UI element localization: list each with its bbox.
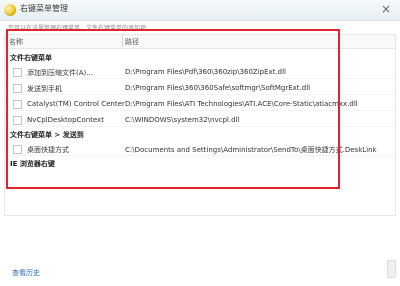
menu-list-panel: 名称 路径 文件右键菜单 添加到压缩文件(A)... D:\Program Fi… (4, 34, 396, 216)
window-title: 右键菜单管理 (20, 4, 68, 13)
app-icon (4, 4, 16, 16)
group-send-to: 文件右键菜单 > 发送到 (10, 131, 84, 139)
close-button[interactable]: × (378, 1, 394, 17)
header-separator (122, 36, 123, 47)
group-file-context-menu: 文件右键菜单 (10, 54, 52, 62)
row-name: 桌面快捷方式 (27, 146, 69, 154)
table-row[interactable]: Catalyst(TM) Control Center D:\Program F… (5, 98, 395, 111)
table-row[interactable]: NvCplDesktopContext C:\WINDOWS\system32\… (5, 114, 395, 127)
row-checkbox[interactable] (13, 116, 22, 125)
hint-text: 您可以在这里管理右键菜单，文件右键菜单的添加项 (8, 25, 147, 32)
title-bar: 右键菜单管理 × (0, 0, 400, 21)
table-row[interactable]: 桌面快捷方式 C:\Documents and Settings\Adminis… (5, 143, 395, 156)
row-path: C:\WINDOWS\system32\nvcpl.dll (125, 116, 240, 124)
row-path: D:\Program Files\Pdf\360\360zip\360ZipEx… (125, 68, 286, 76)
row-name: Catalyst(TM) Control Center (27, 100, 125, 108)
row-path: D:\Program Files\ATI Technologies\ATI.AC… (125, 100, 358, 108)
header-path[interactable]: 路径 (125, 37, 139, 47)
row-checkbox[interactable] (13, 68, 22, 77)
group-ie-context-menu: IE 浏览器右键 (10, 160, 55, 168)
row-path: C:\Documents and Settings\Administrator\… (125, 146, 377, 154)
row-name: 发送到手机 (27, 85, 62, 93)
row-path: D:\Program Files\360\360Safe\softmgr\Sof… (125, 84, 311, 92)
row-checkbox[interactable] (13, 100, 22, 109)
table-header: 名称 路径 (5, 35, 395, 49)
table-row[interactable]: 发送到手机 D:\Program Files\360\360Safe\softm… (5, 82, 395, 95)
row-checkbox[interactable] (13, 84, 22, 93)
row-checkbox[interactable] (13, 145, 22, 154)
row-name: NvCplDesktopContext (27, 116, 104, 124)
scrollbar-handle[interactable] (387, 260, 396, 278)
row-name: 添加到压缩文件(A)... (27, 69, 93, 77)
table-row[interactable]: 添加到压缩文件(A)... D:\Program Files\Pdf\360\3… (5, 66, 395, 79)
header-name[interactable]: 名称 (9, 37, 23, 47)
view-history-link[interactable]: 查看历史 (12, 268, 40, 278)
